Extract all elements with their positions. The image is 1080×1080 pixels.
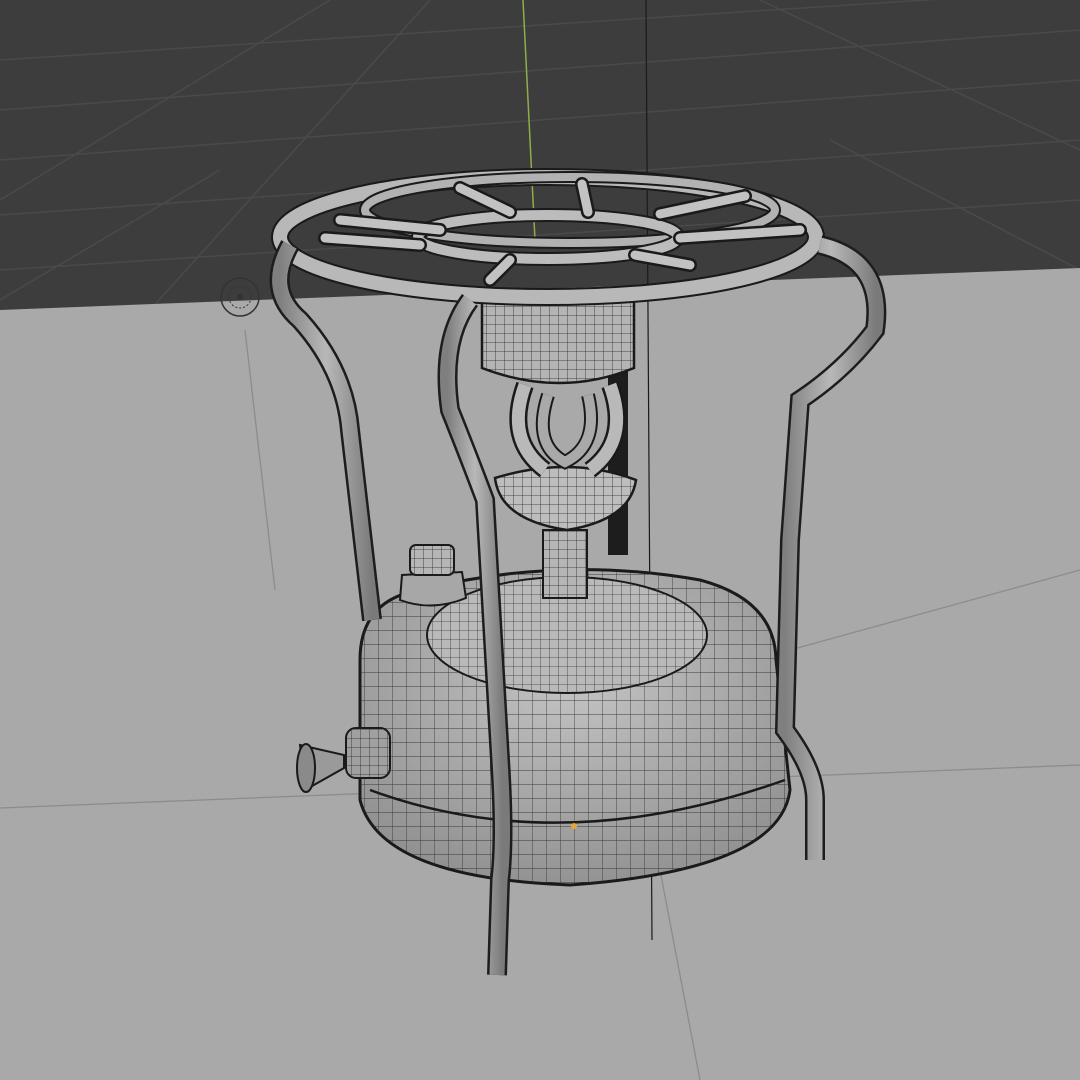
scene-canvas[interactable] [0,0,1080,1080]
3d-viewport[interactable] [0,0,1080,1080]
object-origin-dot [571,823,577,829]
tank[interactable] [358,568,792,887]
burner-cup[interactable] [480,298,636,385]
